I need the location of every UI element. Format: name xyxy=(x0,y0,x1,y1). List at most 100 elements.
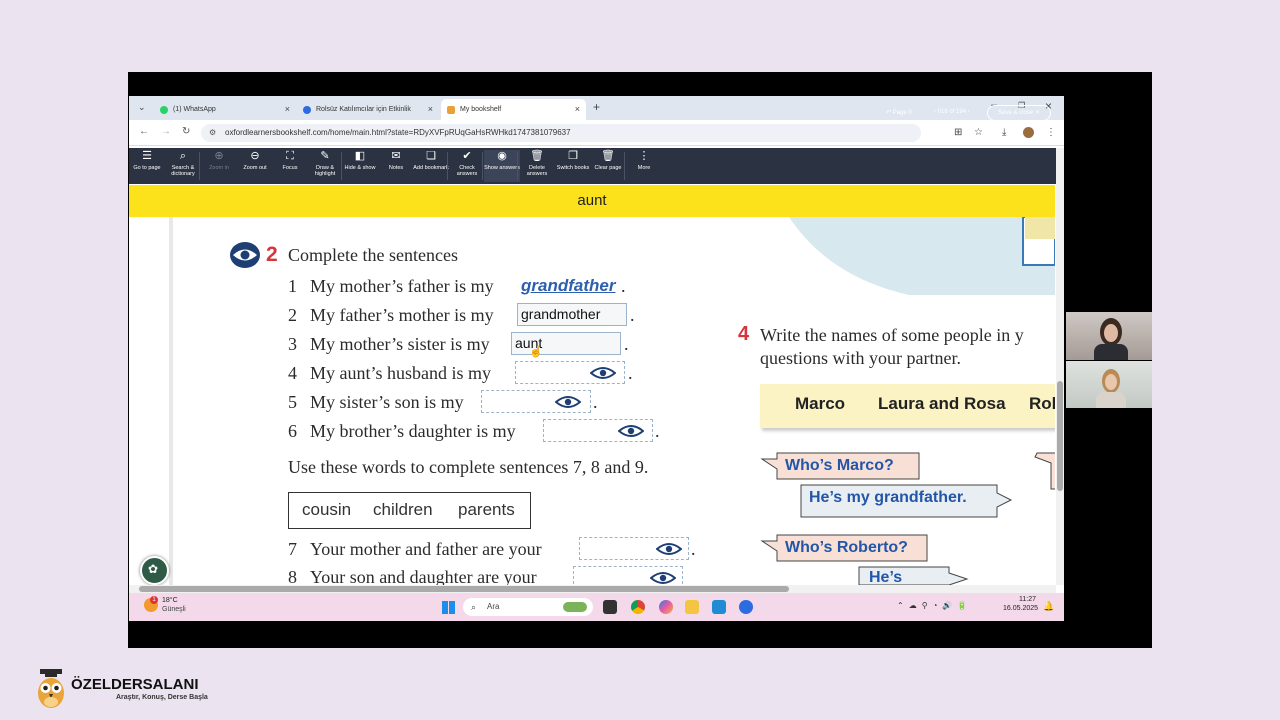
store-icon[interactable] xyxy=(712,600,726,614)
tab-list-chevron-icon[interactable]: ⌄ xyxy=(138,102,146,113)
chrome-icon[interactable] xyxy=(631,600,645,614)
toolbar-separator xyxy=(482,152,483,180)
start-button[interactable] xyxy=(442,601,455,614)
zoom-icon[interactable] xyxy=(739,600,753,614)
file-explorer-icon[interactable] xyxy=(685,600,699,614)
bubble-whos-marco: Who’s Marco? xyxy=(785,457,894,474)
show-answer-eye-icon[interactable] xyxy=(650,571,676,585)
tab-bar: ⌄ (1) WhatsApp × Rolsüz Katılımcılar içi… xyxy=(129,96,1064,120)
period: . xyxy=(630,305,635,325)
menu-icon[interactable]: ⋮ xyxy=(1046,127,1056,138)
taskbar-search[interactable]: ⌕ Ara xyxy=(463,598,593,616)
horizontal-scrollbar[interactable] xyxy=(129,585,1056,593)
answer-field-2[interactable]: grandmother xyxy=(517,303,627,326)
toolbar-button-zoom-in[interactable]: ⊕ Zoom in xyxy=(201,150,237,182)
reload-icon[interactable]: ↻ xyxy=(182,126,190,137)
back-icon[interactable]: ← xyxy=(139,126,149,137)
temperature: 18°C xyxy=(162,597,178,604)
close-icon[interactable]: × xyxy=(575,104,580,114)
zoom-in-icon: ⊕ xyxy=(214,150,224,162)
toolbar-button-label: Draw & highlight xyxy=(314,165,336,177)
brand-logo: ÖZELDERSALANI Araştır, Konuş, Derse Başl… xyxy=(33,668,233,712)
scrollbar-thumb[interactable] xyxy=(1057,381,1063,491)
clock-time: 11:27 xyxy=(1019,596,1036,603)
hide-icon: ◧ xyxy=(354,150,366,162)
toolbar-button-add-bookmark[interactable]: ❏ Add bookmark xyxy=(413,150,449,182)
toolbar-button-switch-books[interactable]: ❐ Switch books xyxy=(555,150,591,182)
toolbar-button-search-dictionary[interactable]: ⌕ Search & dictionary xyxy=(165,150,201,182)
vertical-scrollbar[interactable] xyxy=(1056,148,1064,585)
page-margin-line xyxy=(169,217,173,585)
trash-icon: 🗑 xyxy=(530,150,544,162)
profile-avatar[interactable] xyxy=(1023,127,1034,138)
toolbar-button-hide-show[interactable]: ◧ Hide & show xyxy=(342,150,378,182)
participant-video-1[interactable] xyxy=(1066,312,1152,360)
translate-icon[interactable]: ⊞ xyxy=(954,127,962,138)
system-tray-icons[interactable]: ⌃☁⚲◔🔊🔋 xyxy=(897,601,972,610)
name-rob: Rob xyxy=(1029,394,1055,413)
toolbar-button-more[interactable]: ⋮ More xyxy=(626,150,662,182)
toolbar-button-label: Switch books xyxy=(556,165,590,171)
toolbar-button-clear-page[interactable]: 🗑 Clear page xyxy=(590,150,626,182)
page-counter[interactable]: ‹ 016 of 194 › xyxy=(934,109,970,115)
answer-field-3[interactable]: aunt xyxy=(511,332,621,355)
download-icon[interactable]: ⤓ xyxy=(1002,127,1006,138)
forward-icon[interactable]: → xyxy=(161,126,171,137)
toolbar-button-label: More xyxy=(637,165,651,171)
banner-word: aunt xyxy=(577,192,607,209)
answer-banner: aunt xyxy=(129,185,1055,217)
weather-badge: 1 xyxy=(150,596,158,604)
bookshelf-icon xyxy=(447,105,455,114)
book-page: 2 Complete the sentences 1 My mother’s f… xyxy=(129,217,1055,585)
period: . xyxy=(628,363,633,383)
brand-slogan: Araştır, Konuş, Derse Başla xyxy=(116,694,208,701)
notification-icon[interactable]: 🔔 xyxy=(1043,601,1054,612)
toolbar-button-zoom-out[interactable]: ⊖ Zoom out xyxy=(237,150,273,182)
new-tab-icon[interactable]: + xyxy=(593,100,600,114)
sentence-number: 4 xyxy=(288,363,297,383)
period: . xyxy=(621,276,626,296)
accessibility-button[interactable]: ✿ xyxy=(140,556,169,585)
task-view-icon[interactable] xyxy=(603,600,617,614)
toolbar-button-show-answers[interactable]: ◉ Show answers xyxy=(484,150,520,182)
undo-icon: ↶ xyxy=(886,110,893,116)
bubble-grandfather: He’s my grandfather. xyxy=(809,489,967,506)
url-text: oxfordlearnersbookshelf.com/home/main.ht… xyxy=(225,128,571,137)
scrollbar-thumb[interactable] xyxy=(139,586,789,592)
toolbar-separator xyxy=(447,152,448,180)
tab-whatsapp[interactable]: (1) WhatsApp × xyxy=(154,99,296,120)
toolbar-button-check-answers[interactable]: ✔ Check answers xyxy=(449,150,485,182)
site-info-icon[interactable]: ⚙ xyxy=(209,124,216,142)
show-answer-eye-icon[interactable] xyxy=(656,542,682,556)
tab-my-bookshelf[interactable]: My bookshelf × xyxy=(441,99,586,120)
show-answer-eye-icon[interactable] xyxy=(555,395,581,409)
toolbar-button-notes[interactable]: ✉ Notes xyxy=(378,150,414,182)
page-label[interactable]: ↶ Page 0 xyxy=(886,109,912,116)
save-close-button[interactable]: Save & close ✕ xyxy=(987,105,1051,121)
sentence-text: My mother’s father is my xyxy=(310,276,494,296)
sentence-number: 1 xyxy=(288,276,297,296)
tab-label: Rolsüz Katılımcılar için Etkinlik xyxy=(316,106,411,113)
sentence-text: Your mother and father are your xyxy=(310,539,542,559)
next-page-icon[interactable]: › xyxy=(966,109,970,115)
toolbar-button-focus[interactable]: ⛶ Focus xyxy=(272,150,308,182)
show-answer-eye-icon[interactable] xyxy=(618,424,644,438)
url-field[interactable]: ⚙ oxfordlearnersbookshelf.com/home/main.… xyxy=(201,124,921,142)
toolbar-button-go-to-page[interactable]: ☰ Go to page xyxy=(129,150,165,182)
copilot-icon[interactable] xyxy=(659,600,673,614)
toolbar-button-delete-answers[interactable]: 🗑 Delete answers xyxy=(519,150,555,182)
show-answer-eye-icon[interactable] xyxy=(590,366,616,380)
close-icon[interactable]: × xyxy=(428,104,433,114)
star-icon[interactable]: ☆ xyxy=(974,127,983,138)
participant-video-2[interactable] xyxy=(1066,361,1152,408)
tab-activity[interactable]: Rolsüz Katılımcılar için Etkinlik × xyxy=(297,99,439,120)
toolbar-button-label: Check answers xyxy=(456,165,478,177)
names-strip: Marco Laura and Rosa Rob xyxy=(760,384,1055,428)
check-icon: ✔ xyxy=(462,150,472,162)
close-icon[interactable]: × xyxy=(285,104,290,114)
toolbar-button-label: Show answers xyxy=(484,165,520,171)
sentence-number: 7 xyxy=(288,539,297,559)
period: . xyxy=(655,421,660,441)
toolbar-button-draw-highlight[interactable]: ✎ Draw & highlight xyxy=(307,150,343,182)
toolbar-button-label: Focus xyxy=(282,165,298,171)
